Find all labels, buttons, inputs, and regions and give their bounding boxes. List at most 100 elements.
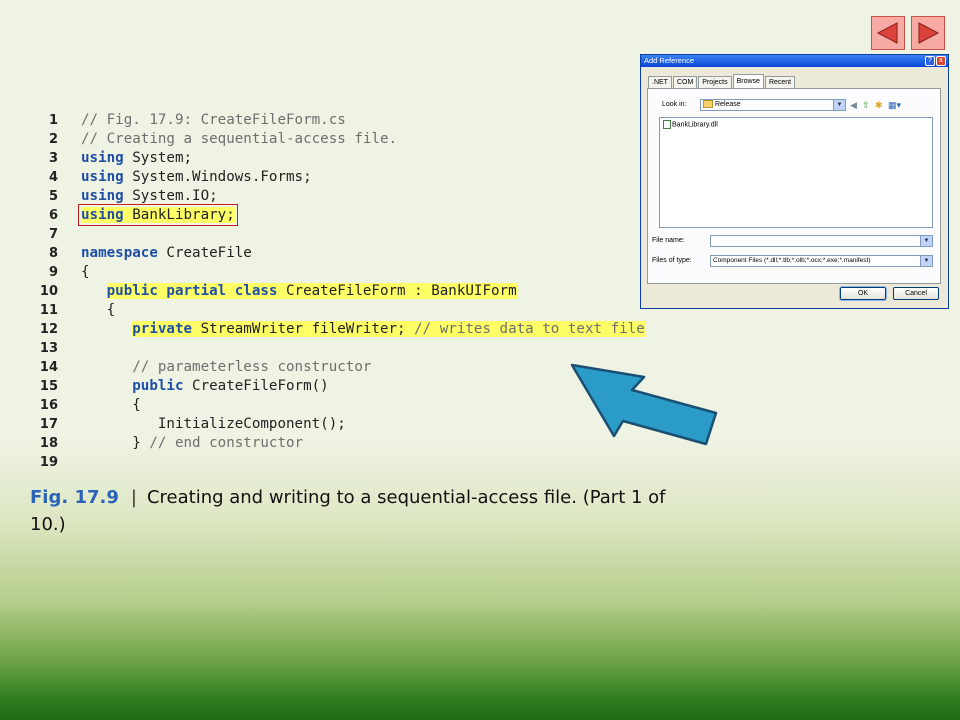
slide-navigation (871, 16, 947, 50)
look-in-value: Release (715, 101, 741, 108)
look-in-label: Look in: (662, 101, 687, 108)
code-text: using System; (81, 149, 192, 168)
code-comment: // writes data to text file (414, 321, 645, 337)
line-number: 9 (48, 265, 58, 280)
code-line: 4 using System.Windows.Forms; (34, 168, 714, 187)
triangle-right-icon (918, 22, 940, 44)
new-folder-icon[interactable]: ✱ (875, 100, 883, 110)
file-name: BankLibrary.dll (672, 121, 718, 129)
keyword: using (81, 169, 124, 185)
code-text: private StreamWriter fileWriter; // writ… (81, 320, 645, 339)
line-number: 15 (39, 379, 58, 394)
tab-projects[interactable]: Projects (698, 76, 732, 88)
code-body: { (81, 264, 90, 280)
browse-panel: Look in: Release ▼ ◀ ⇧ ✱ ▦▾ BankLibrary.… (647, 88, 941, 284)
line-number: 10 (39, 284, 58, 299)
keyword: public (132, 378, 184, 394)
line-number: 6 (48, 208, 58, 223)
cancel-button[interactable]: Cancel (893, 287, 939, 300)
line-number: 19 (39, 455, 58, 470)
views-menu-icon[interactable]: ▦▾ (888, 100, 901, 110)
keyword: using (81, 188, 124, 204)
code-line: 10 public partial class CreateFileForm :… (34, 282, 714, 301)
code-body: public CreateFileForm() (132, 378, 328, 394)
code-body: using System; (81, 150, 192, 166)
chevron-down-icon[interactable]: ▼ (920, 236, 932, 246)
line-number: 17 (39, 417, 58, 432)
code-body: // parameterless constructor (132, 359, 371, 375)
file-name-label: File name: (652, 237, 685, 244)
code-body: private StreamWriter fileWriter; // writ… (132, 321, 645, 337)
code-body: using System.Windows.Forms; (81, 169, 312, 185)
line-number: 12 (39, 322, 58, 337)
list-item[interactable]: BankLibrary.dll (663, 120, 718, 129)
code-body: using BankLibrary; (78, 204, 238, 226)
code-line: 11 { (34, 301, 714, 320)
code-line: 12 private StreamWriter fileWriter; // w… (34, 320, 714, 339)
code-token: StreamWriter fileWriter; (192, 321, 415, 337)
code-body: // Creating a sequential-access file. (81, 131, 397, 147)
files-of-type-value: Component Files (*.dll;*.tlb;*.olb;*.ocx… (713, 257, 871, 264)
tab-browse[interactable]: Browse (732, 74, 764, 89)
back-icon[interactable]: ◀ (850, 100, 857, 110)
caption-separator: | (130, 487, 137, 508)
code-text: { (81, 263, 90, 282)
code-body: } // end constructor (132, 435, 303, 451)
keyword: using (81, 150, 124, 166)
file-list[interactable]: BankLibrary.dll (659, 117, 933, 228)
ok-button[interactable]: OK (839, 286, 887, 301)
code-line: 5 using System.IO; (34, 187, 714, 206)
line-number: 7 (48, 227, 58, 242)
line-number: 16 (39, 398, 58, 413)
caption-label: Fig. 17.9 (30, 487, 119, 508)
code-text: using BankLibrary; (78, 204, 238, 226)
line-number: 8 (48, 246, 58, 261)
code-line: 19 (34, 453, 714, 472)
next-slide-button[interactable] (911, 16, 945, 50)
add-reference-dialog: Add Reference ? x .NET COM Projects Brow… (640, 54, 949, 309)
code-text: namespace CreateFile (81, 244, 252, 263)
files-of-type-label: Files of type: (652, 257, 692, 264)
look-in-select[interactable]: Release ▼ (700, 99, 846, 111)
code-body: using System.IO; (81, 188, 218, 204)
chevron-down-icon[interactable]: ▼ (833, 100, 845, 110)
code-body: { (132, 397, 141, 413)
dll-file-icon (663, 120, 671, 129)
files-of-type-select[interactable]: Component Files (*.dll;*.tlb;*.olb;*.ocx… (710, 255, 933, 267)
tab-net[interactable]: .NET (648, 76, 672, 88)
code-body: public partial class CreateFileForm : Ba… (106, 283, 517, 299)
code-body: // Fig. 17.9: CreateFileForm.cs (81, 112, 346, 128)
code-line: 9{ (34, 263, 714, 282)
code-line: 3 using System; (34, 149, 714, 168)
keyword: using (81, 207, 124, 223)
code-text: // Fig. 17.9: CreateFileForm.cs (81, 111, 346, 130)
line-number: 4 (48, 170, 58, 185)
chevron-down-icon[interactable]: ▼ (920, 256, 932, 266)
help-button[interactable]: ? (925, 56, 935, 66)
code-line: 13 (34, 339, 714, 358)
code-token: CreateFileForm() (183, 378, 329, 394)
code-token: System.Windows.Forms; (123, 169, 312, 185)
previous-slide-button[interactable] (871, 16, 905, 50)
keyword: namespace (81, 245, 158, 261)
tab-recent[interactable]: Recent (764, 76, 796, 88)
code-text: { (81, 301, 116, 320)
line-number: 2 (48, 132, 58, 147)
dialog-title: Add Reference (644, 56, 695, 65)
code-token: CreateFileForm : BankUIForm (277, 283, 517, 299)
file-name-input[interactable]: ▼ (710, 235, 933, 247)
line-number: 11 (39, 303, 58, 318)
tab-com[interactable]: COM (672, 76, 698, 88)
line-number: 14 (39, 360, 58, 375)
up-folder-icon[interactable]: ⇧ (862, 100, 870, 110)
close-button[interactable]: x (936, 56, 946, 66)
code-token: { (81, 264, 90, 280)
code-text: using System.Windows.Forms; (81, 168, 312, 187)
code-token: System; (123, 150, 193, 166)
code-text: } // end constructor (81, 434, 303, 453)
code-text: public partial class CreateFileForm : Ba… (81, 282, 517, 301)
code-body: namespace CreateFile (81, 245, 252, 261)
code-token: CreateFile (157, 245, 252, 261)
keyword: public partial class (106, 283, 278, 299)
line-number: 18 (39, 436, 58, 451)
